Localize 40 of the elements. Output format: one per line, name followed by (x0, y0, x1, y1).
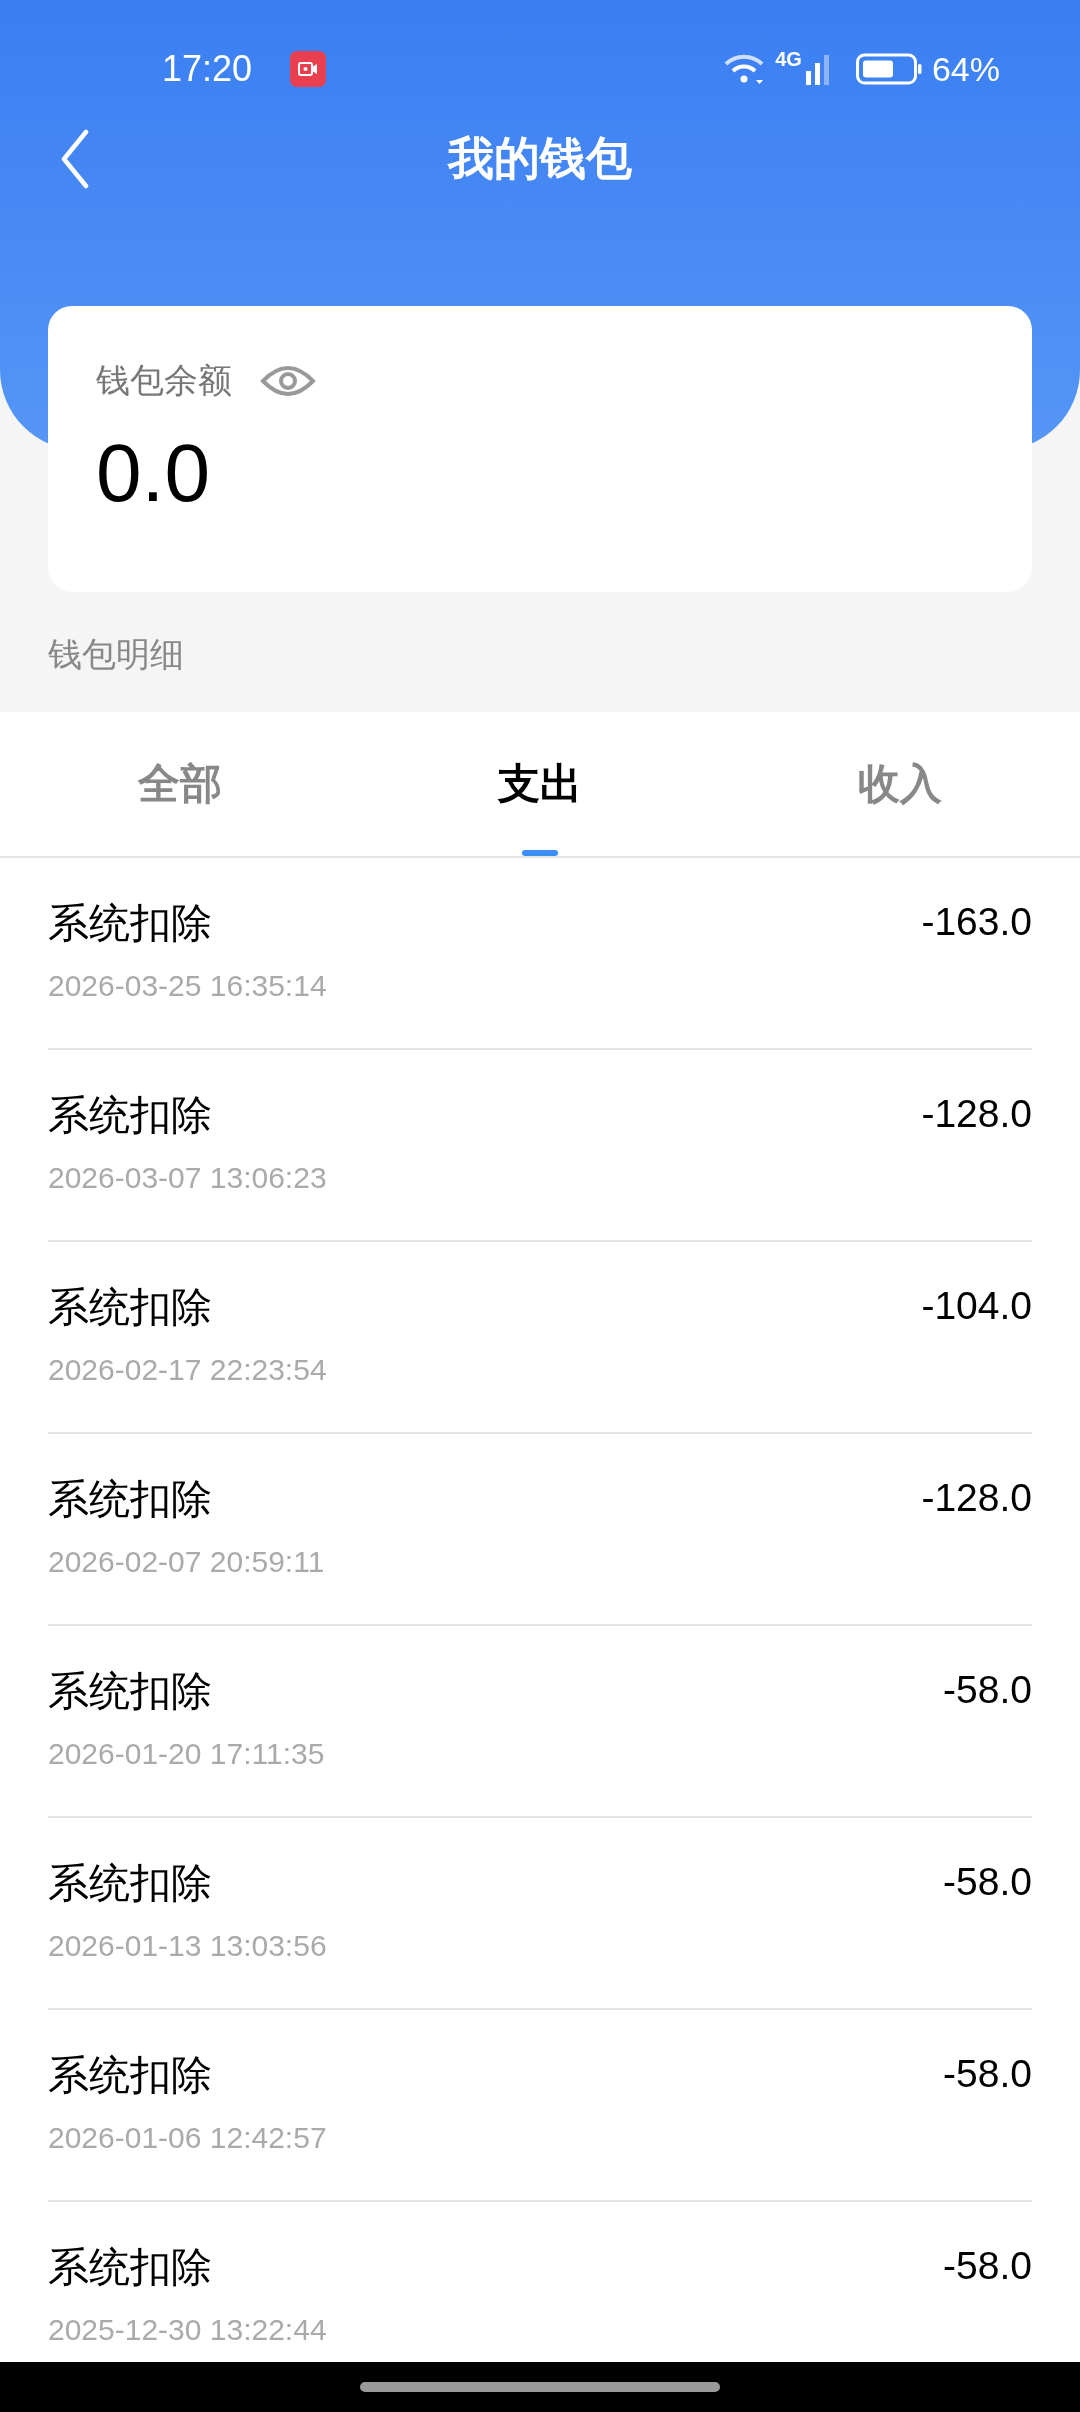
transaction-title: 系统扣除 (48, 2243, 213, 2292)
signal-icon (805, 53, 830, 85)
home-handle[interactable] (360, 2382, 720, 2392)
transaction-title: 系统扣除 (48, 2051, 213, 2100)
transaction-time: 2026-01-13 13:03:56 (48, 1929, 327, 1963)
transaction-time: 2026-02-07 20:59:11 (48, 1545, 325, 1579)
transaction-title: 系统扣除 (48, 1475, 213, 1524)
battery-icon (855, 53, 922, 85)
transaction-amount: -58.0 (943, 2243, 1032, 2289)
screen-record-icon (290, 51, 327, 87)
transaction-amount: -58.0 (943, 1667, 1032, 1713)
wifi-icon (723, 53, 766, 85)
transaction-amount: -58.0 (943, 1859, 1032, 1905)
transaction-time: 2026-01-06 12:42:57 (48, 2121, 327, 2155)
transaction-title: 系统扣除 (48, 899, 213, 948)
balance-label: 钱包余额 (96, 360, 232, 401)
tab[interactable]: 全部 (0, 712, 360, 856)
transaction-title: 系统扣除 (48, 1091, 213, 1140)
transaction-time: 2026-02-17 22:23:54 (48, 1353, 327, 1387)
transaction-time: 2026-01-20 17:11:35 (48, 1737, 325, 1771)
transaction-title: 系统扣除 (48, 1859, 213, 1908)
status-time: 17:20 (162, 48, 253, 90)
transaction-title: 系统扣除 (48, 1283, 213, 1332)
transaction-amount: -104.0 (921, 1283, 1032, 1329)
section-title: 钱包明细 (47, 634, 185, 675)
transaction-time: 2025-12-30 13:22:44 (48, 2313, 327, 2347)
transaction-amount: -128.0 (921, 1475, 1032, 1521)
transaction-amount: -128.0 (921, 1091, 1032, 1137)
transaction-time: 2026-03-07 13:06:23 (48, 1161, 327, 1195)
page-title: 我的钱包 (448, 131, 632, 186)
transaction-time: 2026-03-25 16:35:14 (48, 969, 327, 1003)
balance-amount: 0.0 (96, 426, 211, 520)
transaction-amount: -163.0 (921, 899, 1032, 945)
transaction-title: 系统扣除 (48, 1667, 213, 1716)
back-icon[interactable] (60, 129, 90, 189)
tab[interactable]: 收入 (720, 712, 1080, 856)
network-label: 4G (775, 48, 802, 71)
battery-percent: 64% (931, 49, 1000, 89)
transaction-amount: -58.0 (943, 2051, 1032, 2097)
tab[interactable]: 支出 (360, 712, 720, 856)
